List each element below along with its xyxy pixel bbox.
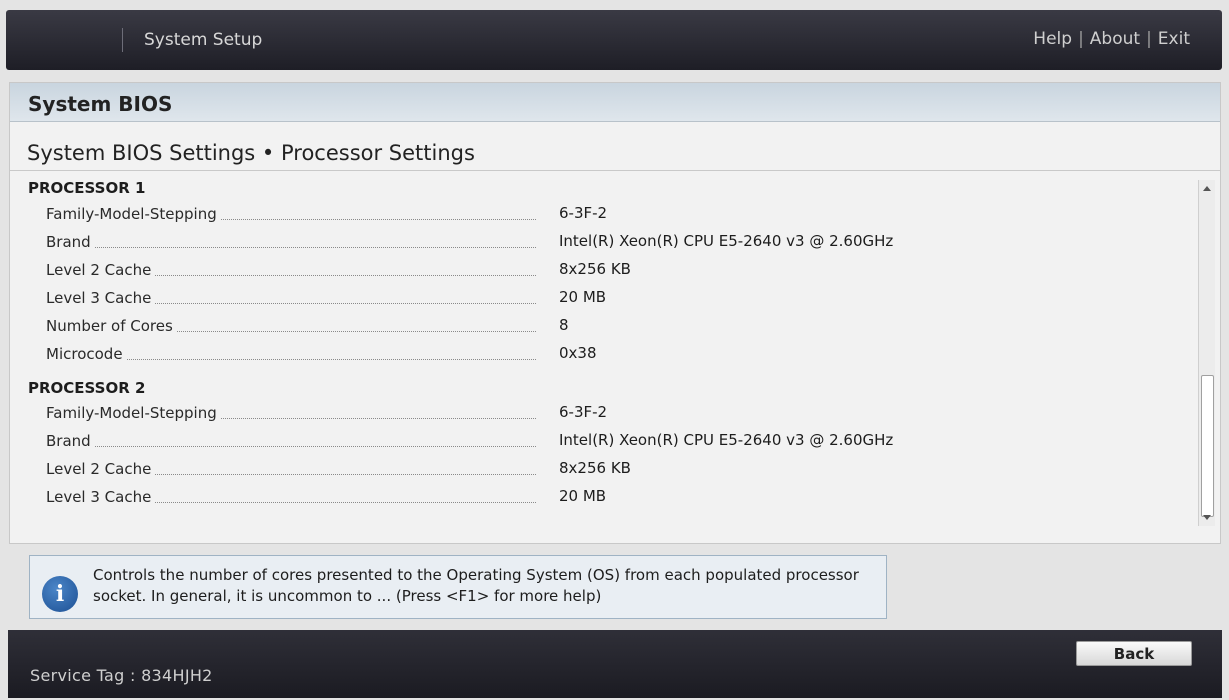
- setting-value: 8x256 KB: [559, 459, 631, 477]
- section-heading-processor-2: PROCESSOR 2: [28, 379, 146, 397]
- app-title: System Setup: [144, 30, 263, 50]
- leader-dots: [46, 446, 536, 447]
- info-icon: i: [42, 576, 78, 612]
- setting-label: Level 2 Cache: [46, 460, 156, 478]
- setting-row[interactable]: Level 2 Cache 8x256 KB: [46, 260, 1166, 283]
- setting-value: Intel(R) Xeon(R) CPU E5-2640 v3 @ 2.60GH…: [559, 232, 894, 250]
- setting-value: 20 MB: [559, 288, 607, 306]
- footer-bar: Service Tag : 834HJH2 Back: [8, 630, 1222, 698]
- setting-label: Family-Model-Stepping: [46, 404, 221, 422]
- setting-value: 0x38: [559, 344, 597, 362]
- setting-label: Level 3 Cache: [46, 289, 156, 307]
- setting-row[interactable]: Number of Cores 8: [46, 316, 1166, 339]
- setting-label: Level 2 Cache: [46, 261, 156, 279]
- help-box: i Controls the number of cores presented…: [29, 555, 887, 619]
- exit-link[interactable]: Exit: [1158, 29, 1190, 49]
- scroll-up-arrow-icon[interactable]: [1203, 186, 1211, 191]
- setting-row[interactable]: Brand Intel(R) Xeon(R) CPU E5-2640 v3 @ …: [46, 232, 1166, 255]
- top-bar: System Setup Help | About | Exit: [6, 10, 1222, 70]
- setting-row[interactable]: Microcode 0x38: [46, 344, 1166, 367]
- setting-row[interactable]: Brand Intel(R) Xeon(R) CPU E5-2640 v3 @ …: [46, 431, 1166, 454]
- setting-label: Brand: [46, 432, 95, 450]
- setting-value: Intel(R) Xeon(R) CPU E5-2640 v3 @ 2.60GH…: [559, 431, 894, 449]
- link-separator: |: [1078, 29, 1084, 49]
- setting-row[interactable]: Level 3 Cache 20 MB: [46, 288, 1166, 311]
- scroll-down-arrow-icon[interactable]: [1203, 515, 1211, 520]
- settings-list: PROCESSOR 1 Family-Model-Stepping 6-3F-2…: [10, 173, 1200, 533]
- setting-label: Microcode: [46, 345, 127, 363]
- setting-label: Brand: [46, 233, 95, 251]
- setting-row[interactable]: Level 2 Cache 8x256 KB: [46, 459, 1166, 482]
- setting-label: Level 3 Cache: [46, 488, 156, 506]
- help-text: Controls the number of cores presented t…: [93, 566, 859, 605]
- setting-value: 8: [559, 316, 569, 334]
- scrollbar-thumb[interactable]: [1201, 375, 1214, 517]
- setting-value: 8x256 KB: [559, 260, 631, 278]
- section-heading-processor-1: PROCESSOR 1: [28, 179, 146, 197]
- leader-dots: [46, 247, 536, 248]
- service-tag: Service Tag : 834HJH2: [30, 666, 213, 685]
- setting-label: Family-Model-Stepping: [46, 205, 221, 223]
- setting-value: 6-3F-2: [559, 403, 608, 421]
- setting-row[interactable]: Family-Model-Stepping 6-3F-2: [46, 204, 1166, 227]
- panel-title: System BIOS: [28, 92, 173, 116]
- setting-label: Number of Cores: [46, 317, 177, 335]
- link-separator: |: [1146, 29, 1152, 49]
- help-link[interactable]: Help: [1033, 29, 1072, 49]
- setting-row[interactable]: Family-Model-Stepping 6-3F-2: [46, 403, 1166, 426]
- about-link[interactable]: About: [1090, 29, 1140, 49]
- divider: [10, 170, 1220, 171]
- setting-value: 6-3F-2: [559, 204, 608, 222]
- setting-value: 20 MB: [559, 487, 607, 505]
- page-title: System BIOS Settings • Processor Setting…: [27, 141, 475, 165]
- title-separator: [122, 28, 123, 52]
- bios-panel: System BIOS System BIOS Settings • Proce…: [9, 82, 1221, 544]
- back-button[interactable]: Back: [1076, 641, 1192, 666]
- setting-row[interactable]: Level 3 Cache 20 MB: [46, 487, 1166, 510]
- top-links: Help | About | Exit: [1033, 29, 1190, 49]
- panel-header: System BIOS: [10, 83, 1220, 122]
- vertical-scrollbar[interactable]: [1198, 180, 1215, 526]
